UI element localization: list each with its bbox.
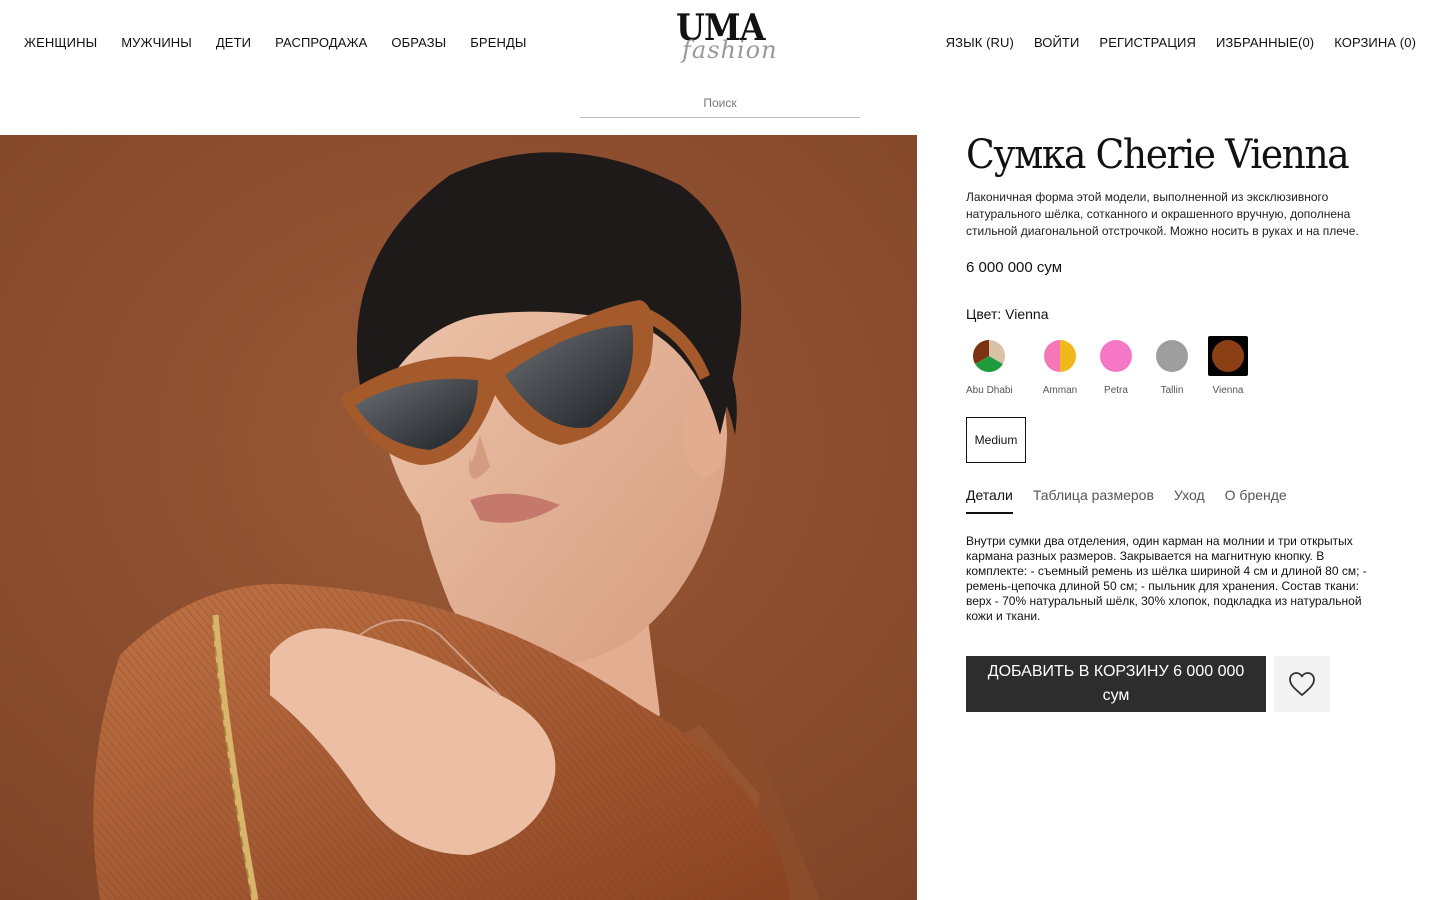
model-with-bag-image xyxy=(0,135,917,900)
product-details: Сумка Cherie Vienna Лаконичная форма это… xyxy=(966,135,1386,712)
solid-swatch-icon xyxy=(1156,340,1188,372)
account-nav: ЯЗЫК (RU) ВОЙТИ РЕГИСТРАЦИЯ ИЗБРАННЫЕ(0)… xyxy=(946,35,1416,50)
add-to-cart-button[interactable]: ДОБАВИТЬ В КОРЗИНУ 6 000 000 сум xyxy=(966,656,1266,712)
swatch-circle xyxy=(969,336,1009,376)
swatch-label: Tallin xyxy=(1160,385,1184,396)
swatch-abu-dhabi[interactable]: Abu Dhabi xyxy=(966,336,1032,396)
nav-men[interactable]: МУЖЧИНЫ xyxy=(121,35,192,50)
swatch-vienna[interactable]: Vienna xyxy=(1200,336,1256,396)
size-option-medium[interactable]: Medium xyxy=(966,417,1026,463)
product-description: Лаконичная форма этой модели, выполненно… xyxy=(966,190,1359,238)
tab-size-chart[interactable]: Таблица размеров xyxy=(1033,487,1154,514)
color-swatches: Abu Dhabi Amman Petra Tallin Vienna xyxy=(966,336,1386,396)
search-input[interactable] xyxy=(580,88,860,118)
add-to-favorites-button[interactable] xyxy=(1274,656,1330,712)
language-switch[interactable]: ЯЗЫК (RU) xyxy=(946,35,1014,50)
swatch-circle xyxy=(1208,336,1248,376)
nav-sale[interactable]: РАСПРОДАЖА xyxy=(275,35,367,50)
nav-women[interactable]: ЖЕНЩИНЫ xyxy=(24,35,97,50)
swatch-amman[interactable]: Amman xyxy=(1032,336,1088,396)
swatch-circle xyxy=(1096,336,1136,376)
nav-brands[interactable]: БРЕНДЫ xyxy=(470,35,526,50)
cart-link[interactable]: КОРЗИНА (0) xyxy=(1334,35,1416,50)
swatch-tallin[interactable]: Tallin xyxy=(1144,336,1200,396)
product-photo xyxy=(0,135,917,900)
logo-sub: fashion xyxy=(682,36,778,64)
solid-swatch-icon xyxy=(1212,340,1244,372)
purchase-actions: ДОБАВИТЬ В КОРЗИНУ 6 000 000 сум xyxy=(966,656,1386,712)
swatch-label: Petra xyxy=(1104,385,1128,396)
tab-details[interactable]: Детали xyxy=(966,487,1013,514)
tab-care[interactable]: Уход xyxy=(1174,487,1205,514)
tricolor-swatch-icon xyxy=(973,340,1005,372)
details-text: Внутри сумки два отделения, один карман … xyxy=(966,534,1367,623)
nav-kids[interactable]: ДЕТИ xyxy=(216,35,251,50)
swatch-petra[interactable]: Petra xyxy=(1088,336,1144,396)
tab-about-brand[interactable]: О бренде xyxy=(1225,487,1287,514)
swatch-label: Vienna xyxy=(1212,385,1244,396)
nav-looks[interactable]: ОБРАЗЫ xyxy=(391,35,446,50)
swatch-label: Abu Dhabi xyxy=(966,385,1013,396)
register-link[interactable]: РЕГИСТРАЦИЯ xyxy=(1099,35,1196,50)
product-tabs: Детали Таблица размеров Уход О бренде xyxy=(966,487,1386,514)
swatch-circle xyxy=(1152,336,1192,376)
heart-icon xyxy=(1289,672,1315,696)
product-title: Сумка Cherie Vienna xyxy=(966,132,1350,178)
bicolor-swatch-icon xyxy=(1044,340,1076,372)
swatch-circle xyxy=(1040,336,1080,376)
login-link[interactable]: ВОЙТИ xyxy=(1034,35,1079,50)
solid-swatch-icon xyxy=(1100,340,1132,372)
swatch-label: Amman xyxy=(1042,385,1078,396)
favorites-link[interactable]: ИЗБРАННЫЕ(0) xyxy=(1216,35,1314,50)
product-price: 6 000 000 сум xyxy=(966,259,1063,276)
main-nav: ЖЕНЩИНЫ МУЖЧИНЫ ДЕТИ РАСПРОДАЖА ОБРАЗЫ Б… xyxy=(24,35,526,50)
color-label: Цвет: Vienna xyxy=(966,306,1049,322)
site-logo[interactable]: UMA fashion xyxy=(672,8,778,78)
